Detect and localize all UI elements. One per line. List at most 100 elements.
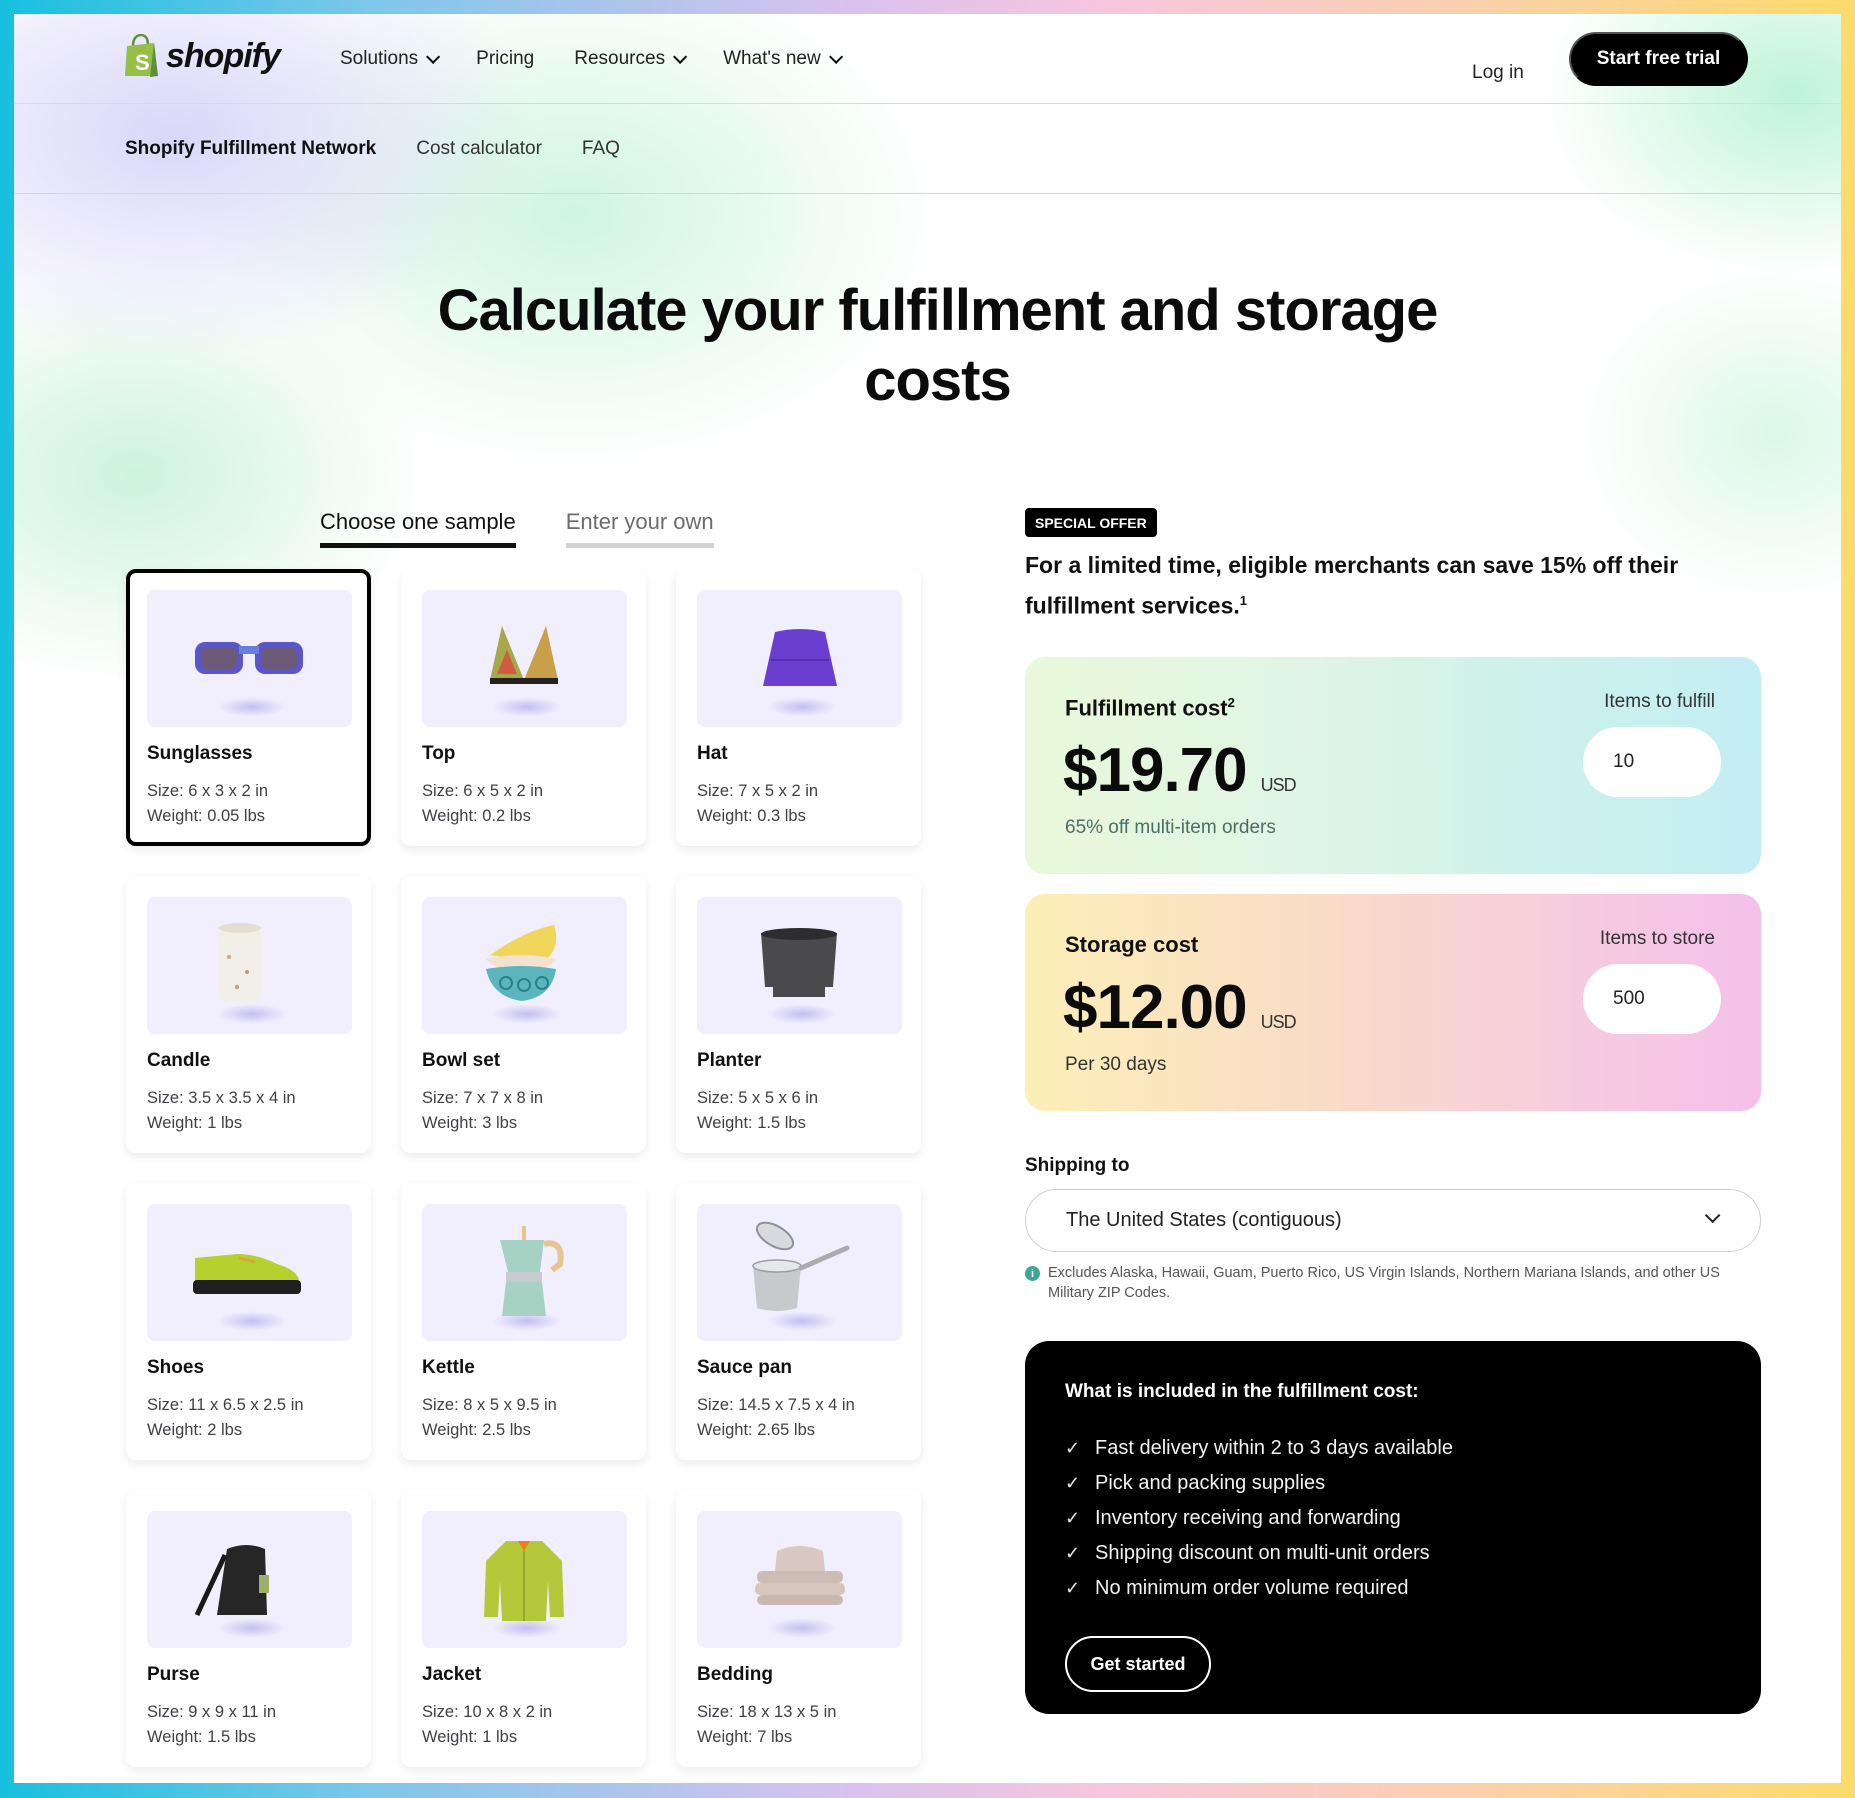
nav-solutions-label: Solutions [340,48,419,69]
product-image [147,1511,352,1648]
sample-weight: Weight: 0.05 lbs [147,807,266,825]
sample-size: Size: 10 x 8 x 2 in [422,1703,553,1721]
storage-currency: USD [1260,1012,1297,1032]
nav-whats-new[interactable]: What's new [723,48,843,70]
sample-size: Size: 11 x 6.5 x 2.5 in [147,1396,304,1414]
items-to-store-input[interactable] [1583,964,1721,1034]
fulfillment-cost-card: Fulfillment cost2 $19.70 USD 65% off mul… [1025,657,1761,874]
sample-specs: Size: 9 x 9 x 11 in Weight: 1.5 lbs [147,1700,350,1750]
checkmark-icon: ✓ [1065,1508,1081,1528]
sample-name: Purse [147,1664,200,1685]
main-nav: Solutions Pricing Resources What's new [340,14,843,104]
shipping-to-label: Shipping to [1025,1155,1130,1176]
items-to-fulfill-input[interactable] [1583,727,1721,797]
sample-name: Sunglasses [147,743,253,764]
sample-weight: Weight: 1.5 lbs [697,1114,806,1132]
sample-name: Bedding [697,1664,773,1685]
sample-card-bedding[interactable]: Bedding Size: 18 x 13 x 5 in Weight: 7 l… [676,1490,921,1767]
product-image [147,1204,352,1341]
tab-choose-sample[interactable]: Choose one sample [320,509,516,548]
sample-weight: Weight: 7 lbs [697,1728,793,1746]
sample-specs: Size: 11 x 6.5 x 2.5 in Weight: 2 lbs [147,1393,350,1443]
sample-weight: Weight: 1 lbs [422,1728,518,1746]
sample-card-sauce-pan[interactable]: Sauce pan Size: 14.5 x 7.5 x 4 in Weight… [676,1183,921,1460]
purse-icon [194,1545,269,1617]
sample-specs: Size: 5 x 5 x 6 in Weight: 1.5 lbs [697,1086,900,1136]
sample-card-candle[interactable]: Candle Size: 3.5 x 3.5 x 4 in Weight: 1 … [126,876,371,1153]
page-title: Calculate your fulfillment and storage c… [14,276,1841,416]
checkmark-icon: ✓ [1065,1578,1081,1598]
start-free-trial-button[interactable]: Start free trial [1569,32,1748,86]
sample-name: Planter [697,1050,762,1071]
page-title-line2: costs [864,348,1012,413]
sample-size: Size: 6 x 3 x 2 in [147,782,269,800]
subnav-cost-calculator[interactable]: Cost calculator [416,138,542,160]
sample-card-shoes[interactable]: Shoes Size: 11 x 6.5 x 2.5 in Weight: 2 … [126,1183,371,1460]
list-item-text: Fast delivery within 2 to 3 days availab… [1095,1437,1453,1459]
sample-name: Hat [697,743,728,764]
sample-name: Shoes [147,1357,205,1378]
sample-name: Top [422,743,456,764]
shipping-exclusion-note: i Excludes Alaska, Hawaii, Guam, Puerto … [1025,1263,1761,1303]
nav-pricing[interactable]: Pricing [476,48,534,70]
checkmark-icon: ✓ [1065,1438,1081,1458]
sample-card-sunglasses[interactable]: Sunglasses Size: 6 x 3 x 2 in Weight: 0.… [126,569,371,846]
sample-size: Size: 6 x 5 x 2 in [422,782,544,800]
fulfillment-footnote: 2 [1227,695,1235,710]
fulfillment-amount: $19.70 [1063,736,1248,805]
sample-name: Kettle [422,1357,475,1378]
product-image [147,590,352,727]
shipping-selected-value: The United States (contiguous) [1066,1209,1342,1231]
sample-size: Size: 9 x 9 x 11 in [147,1703,277,1721]
included-features-panel: What is included in the fulfillment cost… [1025,1341,1761,1714]
offer-footnote: 1 [1239,593,1247,608]
sample-weight: Weight: 1 lbs [147,1114,243,1132]
bucket-hat-icon [763,629,837,686]
chevron-down-icon [828,49,843,64]
items-to-store-label: Items to store [1599,928,1715,949]
storage-cost-value: $12.00 USD [1063,972,1297,1043]
sample-card-kettle[interactable]: Kettle Size: 8 x 5 x 9.5 in Weight: 2.5 … [401,1183,646,1460]
checkmark-icon: ✓ [1065,1543,1081,1563]
shipping-destination-select[interactable]: The United States (contiguous) [1025,1189,1761,1252]
bikini-top-icon [490,626,558,684]
list-item: ✓ No minimum order volume required [1065,1571,1721,1606]
storage-period-note: Per 30 days [1065,1054,1167,1075]
planter-icon [761,928,837,997]
sample-card-jacket[interactable]: Jacket Size: 10 x 8 x 2 in Weight: 1 lbs [401,1490,646,1767]
subnav-fulfillment-network[interactable]: Shopify Fulfillment Network [125,138,376,160]
sample-card-hat[interactable]: Hat Size: 7 x 5 x 2 in Weight: 0.3 lbs [676,569,921,846]
kettle-icon [500,1226,564,1316]
sample-card-top[interactable]: Top Size: 6 x 5 x 2 in Weight: 0.2 lbs [401,569,646,846]
list-item-text: Pick and packing supplies [1095,1472,1326,1494]
sunglasses-icon [195,642,303,674]
list-item: ✓ Fast delivery within 2 to 3 days availa… [1065,1431,1721,1466]
get-started-button[interactable]: Get started [1065,1636,1211,1692]
bowl-set-icon [486,925,557,1001]
list-item-text: Inventory receiving and forwarding [1095,1507,1401,1529]
nav-resources[interactable]: Resources [574,48,688,70]
login-link[interactable]: Log in [1472,62,1524,84]
sample-grid: Sunglasses Size: 6 x 3 x 2 in Weight: 0.… [126,569,921,1767]
subnav-faq[interactable]: FAQ [582,138,620,160]
offer-text: For a limited time, eligible merchants c… [1025,548,1725,624]
sample-card-purse[interactable]: Purse Size: 9 x 9 x 11 in Weight: 1.5 lb… [126,1490,371,1767]
nav-pricing-label: Pricing [476,48,535,69]
sample-weight: Weight: 2 lbs [147,1421,243,1439]
nav-solutions[interactable]: Solutions [340,48,441,70]
tab-enter-your-own[interactable]: Enter your own [565,509,714,548]
sample-specs: Size: 10 x 8 x 2 in Weight: 1 lbs [422,1700,625,1750]
nav-resources-label: Resources [574,48,666,69]
sample-size: Size: 5 x 5 x 6 in [697,1089,819,1107]
sample-specs: Size: 18 x 13 x 5 in Weight: 7 lbs [697,1700,900,1750]
sample-size: Size: 18 x 13 x 5 in [697,1703,837,1721]
product-image [422,1204,627,1341]
sample-card-bowl-set[interactable]: Bowl set Size: 7 x 7 x 8 in Weight: 3 lb… [401,876,646,1153]
sample-card-planter[interactable]: Planter Size: 5 x 5 x 6 in Weight: 1.5 l… [676,876,921,1153]
sub-navigation: Shopify Fulfillment Network Cost calcula… [14,104,1841,194]
sample-weight: Weight: 0.2 lbs [422,807,531,825]
sample-specs: Size: 7 x 5 x 2 in Weight: 0.3 lbs [697,779,900,829]
shopping-bag-icon: S [124,33,160,78]
shopify-logo[interactable]: S shopify [124,33,281,78]
shoe-icon [193,1254,301,1294]
